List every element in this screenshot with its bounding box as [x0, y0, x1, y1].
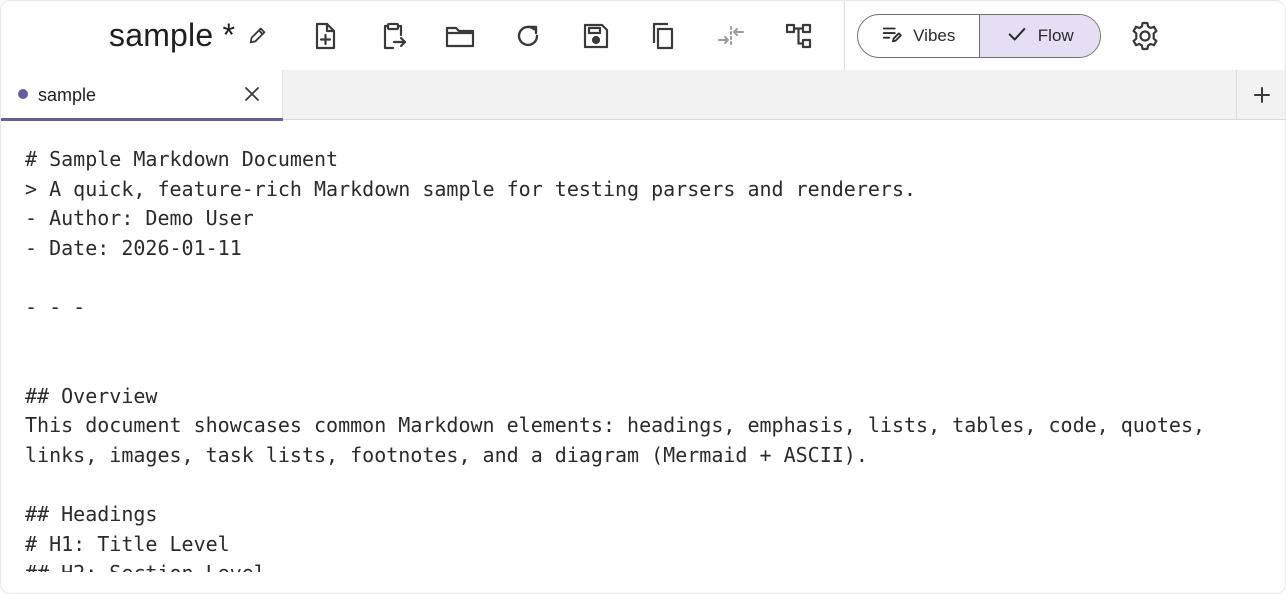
flow-label: Flow — [1037, 26, 1074, 45]
editor-line: This document showcases common Markdown … — [25, 413, 1206, 438]
toolbar-divider — [844, 1, 845, 70]
copy-icon[interactable] — [643, 16, 683, 56]
editor-line: > A quick, feature-rich Markdown sample … — [25, 176, 917, 201]
file-plus-icon[interactable] — [305, 16, 345, 56]
pencil-icon[interactable] — [245, 22, 271, 48]
tab-label: sample — [38, 85, 97, 105]
editor-line: - - - — [25, 294, 86, 319]
app-window: sample * Vibes Flow sample # Sample Mark… — [0, 0, 1286, 594]
close-icon[interactable] — [241, 83, 263, 105]
compress-icon[interactable] — [711, 16, 751, 56]
vibes-toggle-button[interactable]: Vibes — [858, 15, 979, 57]
folder-icon[interactable] — [440, 16, 480, 56]
check-icon — [1006, 23, 1028, 50]
editor-line: ## Overview — [25, 383, 158, 408]
unsaved-dot-icon — [18, 89, 28, 99]
editor-line: ## Headings — [25, 502, 158, 527]
editor-line: - Author: Demo User — [25, 206, 254, 231]
gear-icon[interactable] — [1125, 16, 1165, 56]
editor-line: links, images, task lists, footnotes, an… — [25, 442, 868, 467]
tree-icon[interactable] — [779, 16, 819, 56]
document-title: sample * — [109, 15, 271, 55]
plus-icon — [1254, 86, 1270, 103]
editor-line: # H1: Title Level — [25, 531, 230, 556]
tab-sample[interactable]: sample — [1, 70, 283, 121]
tab-bar: sample — [1, 70, 1285, 121]
markdown-editor[interactable]: # Sample Markdown Document > A quick, fea… — [1, 121, 1285, 572]
editor-content: # Sample Markdown Document > A quick, fea… — [25, 145, 1205, 572]
mode-toggle: Vibes Flow — [857, 14, 1101, 58]
toolbar: sample * Vibes Flow — [1, 1, 1285, 70]
document-name[interactable]: sample * — [109, 15, 235, 55]
editor-line: ## H2: Section Level — [25, 559, 1205, 572]
editor-line: # Sample Markdown Document — [25, 147, 339, 171]
refresh-icon[interactable] — [508, 16, 548, 56]
edit-lines-icon — [881, 23, 903, 50]
clipboard-import-icon[interactable] — [373, 16, 413, 56]
flow-toggle-button[interactable]: Flow — [978, 15, 1100, 57]
save-icon[interactable] — [576, 16, 616, 56]
add-tab-button[interactable] — [1236, 70, 1285, 119]
editor-line: - Date: 2026-01-11 — [25, 235, 242, 260]
vibes-label: Vibes — [913, 26, 956, 45]
